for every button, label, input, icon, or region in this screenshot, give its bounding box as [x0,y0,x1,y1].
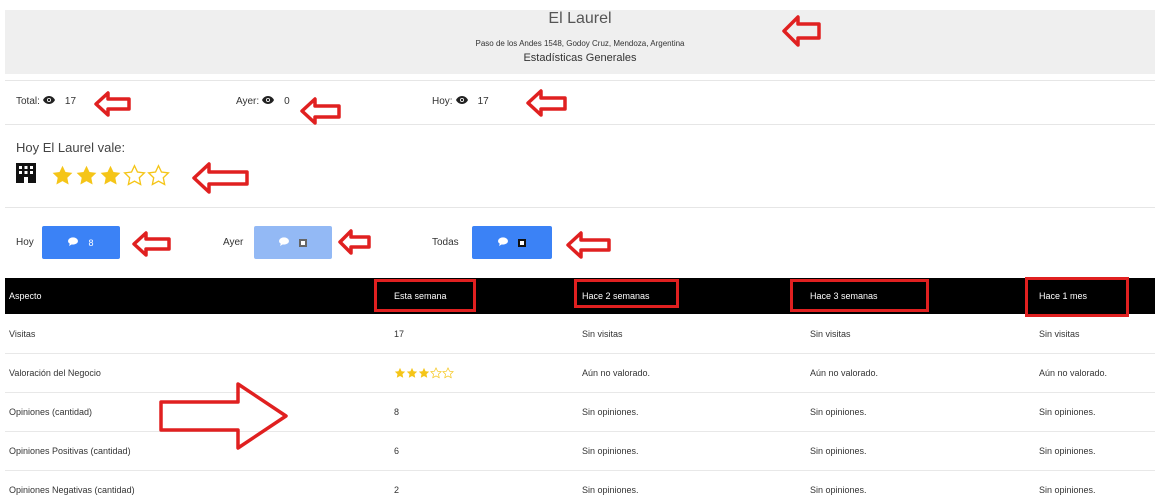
week-rating-cell [394,354,454,392]
building-icon [15,162,37,189]
valuation-row [15,162,171,189]
opinions-todas-button[interactable] [472,226,552,259]
table-cell: Aún no valorado. [810,368,879,378]
valuation-label: Hoy El Laurel vale: [16,140,126,155]
divider [5,124,1155,125]
stat-ayer-value: 0 [284,96,290,107]
table-cell: 6 [394,446,400,456]
business-address: Paso de los Andes 1548, Godoy Cruz, Mend… [475,39,685,48]
table-cell: Sin opiniones. [810,446,867,456]
opinions-hoy-button[interactable]: 8 [42,226,120,259]
table-row: Visitas 17 Sin visitas Sin visitas Sin v… [5,315,1155,354]
annotation-arrow-icon [94,91,131,117]
comment-icon [498,237,508,248]
table-cell: 8 [394,407,400,417]
annotation-arrow-icon [132,231,171,257]
table-cell: Sin opiniones. [582,407,639,417]
star-rating [51,164,171,187]
annotation-arrow-icon [300,97,341,125]
table-cell: Sin opiniones. [582,446,639,456]
stat-hoy-value: 17 [477,96,489,107]
table-cell: Sin opiniones. [1039,407,1096,417]
table-cell: Sin visitas [1039,329,1080,339]
table-cell: Sin visitas [582,329,623,339]
table-cell: Sin opiniones. [582,485,639,495]
stat-total-value: 17 [64,96,77,107]
col-aspecto: Aspecto [9,291,42,301]
table-cell: Visitas [9,329,36,339]
stat-hoy-label: Hoy: [432,96,453,107]
star-empty-icon [123,164,146,186]
table-cell: Sin opiniones. [810,407,867,417]
table-cell: Opiniones (cantidad) [9,407,93,417]
stat-ayer-label: Ayer: [236,96,260,107]
annotation-box [790,279,929,312]
annotation-arrow-icon [782,15,821,47]
table-cell: Sin opiniones. [1039,446,1096,456]
annotation-arrow-icon [338,229,371,255]
opinions-ayer-button[interactable] [254,226,332,259]
annotation-arrow-icon [192,162,249,194]
table-cell: 2 [394,485,400,495]
opinions-todas-label: Todas [432,237,459,248]
stat-total: Total: 17 [16,96,76,107]
eye-icon [262,96,275,107]
missing-glyph-icon [299,238,307,247]
star-filled-icon [406,367,418,378]
opinions-hoy-label: Hoy [16,237,34,248]
opinions-hoy-count: 8 [88,237,94,248]
stat-total-label: Total: [16,96,40,107]
table-cell: Aún no valorado. [582,368,651,378]
table-cell: Valoración del Negocio [9,368,101,378]
stat-ayer: Ayer: 0 [236,96,290,107]
divider [5,80,1155,81]
eye-icon [455,96,468,107]
star-filled-icon [418,367,430,378]
comment-icon [68,237,79,248]
annotation-box [374,279,476,312]
star-filled-icon [100,165,121,185]
table-cell: Sin opiniones. [1039,485,1096,495]
annotation-arrow-icon [566,231,611,259]
star-filled-icon [76,165,97,185]
divider [5,207,1155,208]
star-empty-icon [147,164,170,186]
opinions-ayer-label: Ayer [223,237,244,248]
annotation-arrow-icon [159,382,288,450]
table-cell: Opiniones Positivas (cantidad) [9,446,131,456]
annotation-box [1025,277,1129,317]
section-subtitle: Estadísticas Generales [523,52,637,64]
table-cell: Aún no valorado. [1039,368,1108,378]
star-empty-icon [430,367,442,379]
table-row: Opiniones Negativas (cantidad) 2 Sin opi… [5,471,1155,495]
star-filled-icon [394,367,406,378]
star-empty-icon [442,367,454,379]
eye-icon [42,96,55,107]
missing-glyph-icon [518,238,526,247]
table-cell: 17 [394,329,405,339]
stat-hoy: Hoy: 17 [432,96,489,107]
annotation-box [574,279,679,308]
page-header: El Laurel Paso de los Andes 1548, Godoy … [5,10,1155,74]
business-title: El Laurel [548,10,612,27]
table-cell: Sin opiniones. [810,485,867,495]
mini-star-rating [394,354,454,392]
table-cell: Opiniones Negativas (cantidad) [9,485,135,495]
star-filled-icon [52,165,73,185]
annotation-arrow-icon [526,89,567,117]
table-cell: Sin visitas [810,329,851,339]
comment-icon [279,237,289,248]
